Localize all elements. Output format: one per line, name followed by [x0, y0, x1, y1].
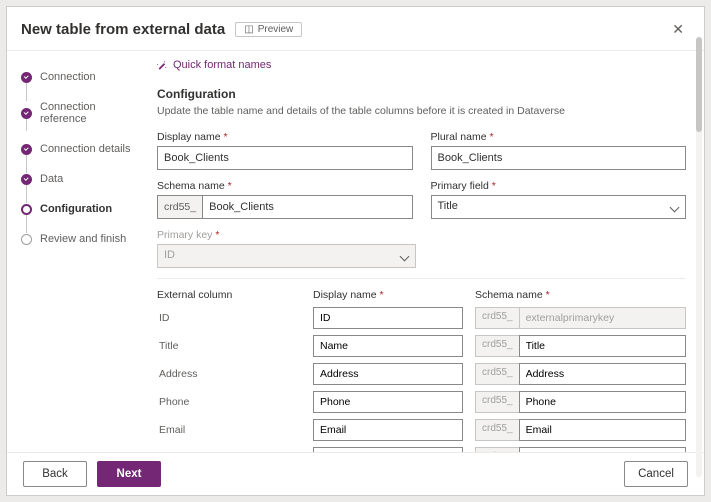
- wand-icon: [157, 60, 167, 70]
- dialog-header: New table from external data ◫ Preview ✕: [7, 7, 704, 51]
- step-label: Data: [40, 173, 63, 185]
- step-configuration[interactable]: Configuration: [21, 197, 139, 227]
- step-review[interactable]: Review and finish: [21, 227, 139, 257]
- next-button[interactable]: Next: [97, 461, 161, 487]
- primary-key-select: ID: [157, 244, 416, 268]
- dialog-footer: Back Next Cancel: [7, 452, 704, 495]
- column-schema-name-input[interactable]: [519, 335, 686, 357]
- schema-prefix: crd55_: [475, 419, 519, 441]
- col-header-schema: Schema name *: [475, 289, 686, 301]
- external-column-name: Email: [157, 424, 301, 436]
- primary-key-label: Primary key *: [157, 229, 416, 241]
- schema-prefix: crd55_: [157, 195, 202, 219]
- column-row: Phone crd55_: [157, 391, 686, 413]
- back-button[interactable]: Back: [23, 461, 87, 487]
- column-schema-name-input[interactable]: [519, 447, 686, 452]
- section-subtitle: Update the table name and details of the…: [157, 105, 686, 117]
- primary-field-select[interactable]: Title: [431, 195, 687, 219]
- primary-field-label: Primary field *: [431, 180, 687, 192]
- display-name-label: Display name *: [157, 131, 413, 143]
- divider: [157, 278, 686, 279]
- external-column-name: Address: [157, 368, 301, 380]
- schema-prefix: crd55_: [475, 363, 519, 385]
- step-data[interactable]: Data: [21, 167, 139, 197]
- column-schema-name-input[interactable]: [519, 391, 686, 413]
- dialog-title: New table from external data: [21, 21, 225, 38]
- schema-prefix: crd55_: [475, 335, 519, 357]
- column-row: ID crd55_: [157, 307, 686, 329]
- close-icon[interactable]: ✕: [666, 17, 690, 42]
- preview-icon: ◫: [244, 24, 253, 35]
- check-icon: [21, 144, 32, 155]
- step-connection-details[interactable]: Connection details: [21, 137, 139, 167]
- col-header-external: External column: [157, 289, 301, 301]
- column-display-name-input[interactable]: [313, 363, 463, 385]
- column-row: Address crd55_: [157, 363, 686, 385]
- column-display-name-input[interactable]: [313, 307, 463, 329]
- column-display-name-input[interactable]: [313, 447, 463, 452]
- step-label: Connection: [40, 71, 96, 83]
- quick-format-label: Quick format names: [173, 59, 271, 71]
- column-row: Email crd55_: [157, 419, 686, 441]
- plural-name-label: Plural name *: [431, 131, 687, 143]
- schema-prefix: crd55_: [475, 391, 519, 413]
- display-name-input[interactable]: [157, 146, 413, 170]
- external-column-name: Title: [157, 340, 301, 352]
- column-schema-name-input[interactable]: [519, 419, 686, 441]
- columns-table: ID crd55_ Title crd55_ Address crd55_ Phone crd…: [157, 307, 686, 452]
- column-schema-name-input[interactable]: [519, 363, 686, 385]
- wizard-steps: Connection Connection reference Connecti…: [7, 51, 149, 452]
- external-column-name: ID: [157, 312, 301, 324]
- external-column-name: Phone: [157, 396, 301, 408]
- column-row: Title crd55_: [157, 335, 686, 357]
- preview-button[interactable]: ◫ Preview: [235, 22, 302, 37]
- column-row: Modifiedcrd55_: [157, 447, 686, 452]
- step-connection-reference[interactable]: Connection reference: [21, 95, 139, 137]
- preview-label: Preview: [258, 24, 294, 35]
- check-icon: [21, 174, 32, 185]
- step-connection[interactable]: Connection: [21, 65, 139, 95]
- column-display-name-input[interactable]: [313, 391, 463, 413]
- pending-step-icon: [21, 234, 32, 245]
- schema-name-input[interactable]: [202, 195, 412, 219]
- col-header-display: Display name *: [313, 289, 463, 301]
- check-icon: [21, 72, 32, 83]
- step-label: Connection reference: [40, 101, 139, 125]
- step-label: Review and finish: [40, 233, 126, 245]
- schema-prefix: crd55_: [475, 307, 519, 329]
- step-label: Connection details: [40, 143, 131, 155]
- column-display-name-input[interactable]: [313, 419, 463, 441]
- check-icon: [21, 108, 32, 119]
- section-heading: Configuration: [157, 87, 686, 101]
- column-schema-name-input: [519, 307, 686, 329]
- columns-header: External column Display name * Schema na…: [157, 289, 686, 301]
- column-display-name-input[interactable]: [313, 335, 463, 357]
- cancel-button[interactable]: Cancel: [624, 461, 688, 487]
- plural-name-input[interactable]: [431, 146, 687, 170]
- schema-name-label: Schema name *: [157, 180, 413, 192]
- schema-prefix: crd55_: [475, 447, 519, 452]
- dialog: New table from external data ◫ Preview ✕…: [6, 6, 705, 496]
- main-panel: Quick format names Configuration Update …: [149, 51, 704, 452]
- step-label: Configuration: [40, 203, 112, 215]
- quick-format-link[interactable]: Quick format names: [157, 59, 686, 71]
- current-step-icon: [21, 204, 32, 215]
